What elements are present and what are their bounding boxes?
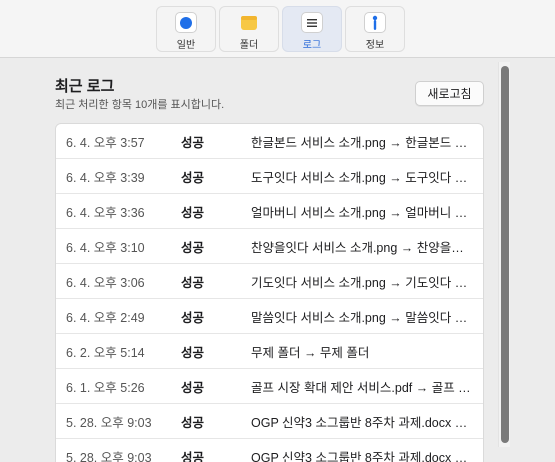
log-description: 얼마버니 서비스 소개.png → 얼마버니 서비스 소개.png (251, 205, 483, 220)
table-row[interactable]: 6. 4. 오후 3:36 성공 얼마버니 서비스 소개.png → 얼마버니 … (56, 194, 483, 229)
log-status: 성공 (181, 415, 205, 430)
log-date: 6. 4. 오후 2:49 (66, 310, 145, 325)
refresh-button[interactable]: 새로고침 (415, 81, 484, 106)
log-date: 6. 4. 오후 3:10 (66, 240, 145, 255)
log-description: OGP 신약3 소그룹반 8주차 과제.docx → OGP 신약3 소그룹반 … (251, 415, 483, 430)
log-date: 6. 1. 오후 5:26 (66, 380, 145, 395)
toolbar: 일반 폴더 로그 정보 (0, 0, 555, 58)
log-date: 6. 4. 오후 3:36 (66, 205, 145, 220)
log-status: 성공 (181, 380, 205, 395)
table-row[interactable]: 6. 4. 오후 2:49 성공 말씀잇다 서비스 소개.png → 말씀잇다 … (56, 299, 483, 334)
tab-bar: 일반 폴더 로그 정보 (156, 6, 405, 52)
log-icon (301, 12, 323, 33)
log-status: 성공 (181, 240, 205, 255)
log-status: 성공 (181, 345, 205, 360)
log-date: 6. 2. 오후 5:14 (66, 345, 145, 360)
log-description: 골프 시장 확대 제안 서비스.pdf → 골프 시장 확대 제안 서비스.pd… (251, 380, 483, 395)
tab-log-label: 로그 (302, 40, 322, 51)
log-status: 성공 (181, 450, 205, 462)
table-row[interactable]: 5. 28. 오후 9:03 성공 OGP 신약3 소그룹반 8주차 과제.do… (56, 404, 483, 439)
page-subtitle: 최근 처리한 항목 10개를 표시합니다. (55, 99, 225, 111)
log-list: 6. 4. 오후 3:57 성공 한글본드 서비스 소개.png → 한글본드 … (55, 123, 484, 462)
log-description: 도구잇다 서비스 소개.png → 도구잇다 서비스 소개.png (251, 170, 483, 185)
log-description: 무제 폴더 → 무제 폴더 (251, 345, 370, 360)
tab-info-label: 정보 (365, 40, 385, 51)
log-status: 성공 (181, 135, 205, 150)
log-date: 6. 4. 오후 3:57 (66, 135, 145, 150)
table-row[interactable]: 5. 28. 오후 9:03 성공 OGP 신약3 소그룹반 8주차 과제.do… (56, 439, 483, 462)
tab-general[interactable]: 일반 (156, 6, 216, 52)
log-status: 성공 (181, 275, 205, 290)
log-panel: 최근 로그 최근 처리한 항목 10개를 표시합니다. 새로고침 6. 4. 오… (0, 59, 555, 462)
log-status: 성공 (181, 205, 205, 220)
log-status: 성공 (181, 170, 205, 185)
log-status: 성공 (181, 310, 205, 325)
table-row[interactable]: 6. 1. 오후 5:26 성공 골프 시장 확대 제안 서비스.pdf → 골… (56, 369, 483, 404)
table-row[interactable]: 6. 2. 오후 5:14 성공 무제 폴더 → 무제 폴더 (56, 334, 483, 369)
tab-general-label: 일반 (176, 40, 196, 51)
scrollbar-thumb[interactable] (501, 66, 509, 443)
scrollbar[interactable] (498, 62, 510, 447)
table-row[interactable]: 6. 4. 오후 3:57 성공 한글본드 서비스 소개.png → 한글본드 … (56, 124, 483, 159)
log-date: 5. 28. 오후 9:03 (66, 415, 152, 430)
table-row[interactable]: 6. 4. 오후 3:10 성공 찬양을잇다 서비스 소개.png → 찬양을잇… (56, 229, 483, 264)
tab-log[interactable]: 로그 (282, 6, 342, 52)
table-row[interactable]: 6. 4. 오후 3:39 성공 도구잇다 서비스 소개.png → 도구잇다 … (56, 159, 483, 194)
tab-folder[interactable]: 폴더 (219, 6, 279, 52)
log-description: OGP 신약3 소그룹반 8주차 과제.docx → OGP 신약3 소그룹반 … (251, 450, 483, 462)
log-description: 말씀잇다 서비스 소개.png → 말씀잇다 서비스 소개.png (251, 310, 483, 325)
log-date: 6. 4. 오후 3:06 (66, 275, 145, 290)
info-icon (364, 12, 386, 33)
log-description: 찬양을잇다 서비스 소개.png → 찬양을잇다 서비스 소개.png (251, 240, 483, 255)
folder-icon (238, 12, 260, 33)
log-description: 한글본드 서비스 소개.png → 한글본드 서비스 소개.png (251, 135, 483, 150)
page-title: 최근 로그 (55, 78, 115, 95)
log-date: 6. 4. 오후 3:39 (66, 170, 145, 185)
tab-folder-label: 폴더 (239, 40, 259, 51)
general-icon (175, 12, 197, 33)
tab-info[interactable]: 정보 (345, 6, 405, 52)
table-row[interactable]: 6. 4. 오후 3:06 성공 기도잇다 서비스 소개.png → 기도잇다 … (56, 264, 483, 299)
log-date: 5. 28. 오후 9:03 (66, 450, 152, 462)
log-description: 기도잇다 서비스 소개.png → 기도잇다 서비스 소개.png (251, 275, 483, 290)
